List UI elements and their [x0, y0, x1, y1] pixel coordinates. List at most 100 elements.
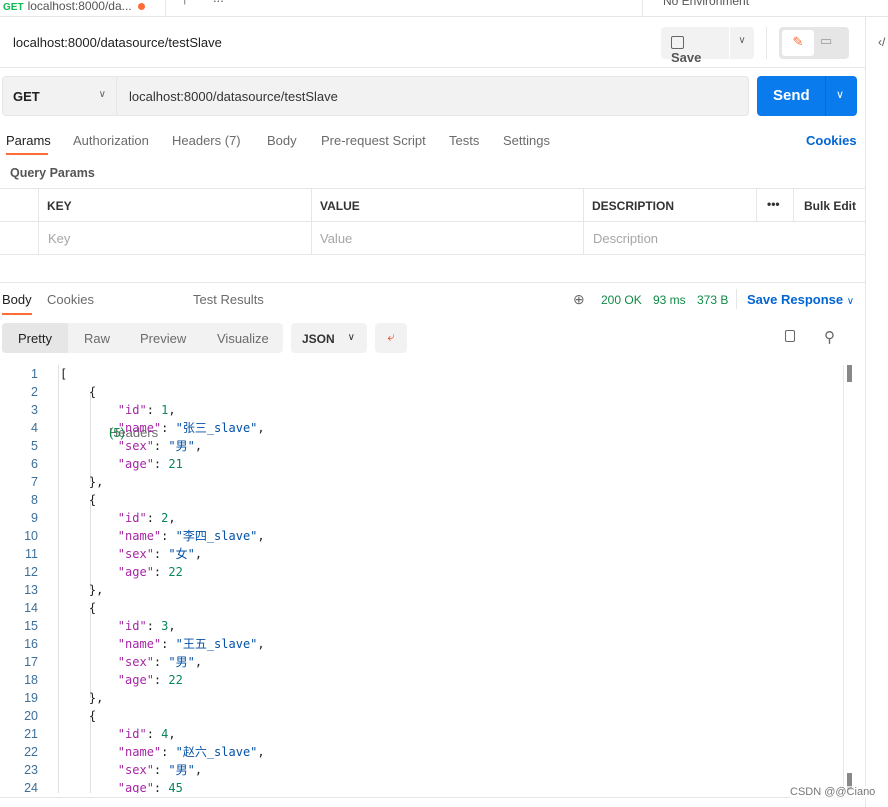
code-token: "id"	[117, 403, 147, 417]
bulk-edit-button[interactable]: Bulk Edit	[804, 199, 856, 213]
tab-settings[interactable]: Settings	[503, 133, 550, 148]
code-token: "男"	[168, 763, 195, 777]
code-token: :	[146, 619, 162, 633]
tab-pre-request-script[interactable]: Pre-request Script	[321, 133, 426, 148]
code-token: ,	[194, 655, 203, 669]
code-token: ,	[257, 421, 265, 435]
code-token: "age"	[117, 565, 154, 579]
tab-headers[interactable]: Headers (7)	[172, 133, 241, 148]
code-token: {	[60, 601, 97, 615]
code-line: 19 },	[0, 689, 845, 707]
code-icon[interactable]: ‹/	[878, 35, 885, 49]
code-line: 20 {	[0, 707, 845, 725]
save-options-chevron-icon[interactable]: ∨	[730, 27, 754, 59]
scrollbar-thumb[interactable]	[847, 365, 852, 382]
code-token: 22	[168, 565, 183, 579]
code-token: :	[161, 637, 176, 651]
code-token: [	[60, 367, 68, 381]
more-tabs-button[interactable]: ...	[213, 0, 224, 5]
code-token: "id"	[117, 619, 147, 633]
code-line: 5 "sex": "男",	[0, 437, 845, 455]
code-token: :	[153, 547, 169, 561]
request-name: localhost:8000/datasource/testSlave	[13, 35, 222, 50]
response-tab-cookies[interactable]: Cookies	[47, 292, 94, 307]
globe-icon[interactable]: ⊕	[573, 291, 585, 308]
code-token: "age"	[117, 457, 154, 471]
url-input[interactable]: localhost:8000/datasource/testSlave	[117, 76, 749, 116]
code-token: :	[161, 421, 176, 435]
value-input[interactable]: Value	[320, 231, 352, 246]
code-line: 2 {	[0, 383, 845, 401]
line-number: 19	[24, 691, 38, 705]
response-size[interactable]: 373 B	[697, 293, 728, 307]
code-token: "id"	[117, 727, 147, 741]
code-token: "name"	[117, 421, 162, 435]
line-content: "age": 22	[60, 671, 183, 689]
edit-pencil-icon[interactable]: ✎	[782, 30, 814, 56]
mode-pretty[interactable]: Pretty	[18, 331, 52, 346]
column-description: DESCRIPTION	[592, 199, 675, 213]
line-number: 24	[24, 781, 38, 793]
code-token: "赵六_slave"	[175, 745, 258, 759]
tab-params[interactable]: Params	[6, 133, 51, 148]
mode-raw[interactable]: Raw	[84, 331, 110, 346]
line-number: 21	[24, 727, 38, 741]
key-input[interactable]: Key	[48, 231, 70, 246]
tab-authorization[interactable]: Authorization	[73, 133, 149, 148]
code-token: {	[60, 493, 97, 507]
line-number: 11	[25, 547, 38, 561]
tab-tests[interactable]: Tests	[449, 133, 479, 148]
code-line: 21 "id": 4,	[0, 725, 845, 743]
code-token: "age"	[117, 781, 154, 793]
code-token: :	[153, 565, 169, 579]
line-content: "sex": "男",	[60, 653, 202, 671]
code-token: ,	[168, 619, 176, 633]
description-input[interactable]: Description	[593, 231, 658, 246]
new-tab-icon[interactable]: |	[183, 0, 186, 5]
code-token: "sex"	[117, 763, 154, 777]
wrap-lines-icon[interactable]: ⤶	[375, 323, 407, 353]
save-response-button[interactable]: Save Response ∨	[747, 292, 854, 307]
line-content: "id": 4,	[60, 725, 176, 743]
code-line: 13 },	[0, 581, 845, 599]
code-token: 45	[168, 781, 183, 793]
response-tab-body[interactable]: Body	[2, 292, 32, 307]
line-content: "name": "张三_slave",	[60, 419, 265, 437]
environment-select[interactable]: No Environment	[642, 0, 867, 16]
mode-preview[interactable]: Preview	[140, 331, 186, 346]
request-tab[interactable]: GET localhost:8000/da...	[0, 0, 165, 17]
line-number: 13	[24, 583, 38, 597]
line-number: 16	[24, 637, 38, 651]
line-content: {	[60, 383, 96, 401]
method-select[interactable]: GET ∨	[2, 76, 117, 116]
search-icon[interactable]: ⚲	[824, 328, 835, 346]
format-select[interactable]: JSON ∨	[291, 323, 367, 353]
response-body-editor[interactable]: 1[2 {3 "id": 1, 4 "name": "张三_slave", 5 "s…	[0, 365, 845, 793]
send-button[interactable]: Send ∨	[757, 76, 857, 116]
code-token: :	[146, 511, 162, 525]
more-options-icon[interactable]: •••	[767, 197, 780, 211]
line-content: "age": 21	[60, 455, 183, 473]
line-number: 8	[31, 493, 38, 507]
code-token: "id"	[117, 511, 147, 525]
line-content: "name": "王五_slave",	[60, 635, 265, 653]
code-line: 18 "age": 22	[0, 671, 845, 689]
copy-icon[interactable]	[785, 330, 795, 342]
response-tab-test-results[interactable]: Test Results	[193, 292, 264, 307]
status-code[interactable]: 200 OK	[601, 293, 642, 307]
save-button[interactable]: Save	[661, 27, 729, 65]
cookies-link[interactable]: Cookies	[806, 133, 857, 148]
send-options-chevron-icon[interactable]: ∨	[836, 88, 844, 101]
response-time[interactable]: 93 ms	[653, 293, 686, 307]
comments-icon[interactable]: ▭	[820, 33, 832, 49]
tab-body[interactable]: Body	[267, 133, 297, 148]
mode-visualize[interactable]: Visualize	[217, 331, 269, 346]
code-token: {	[60, 385, 97, 399]
